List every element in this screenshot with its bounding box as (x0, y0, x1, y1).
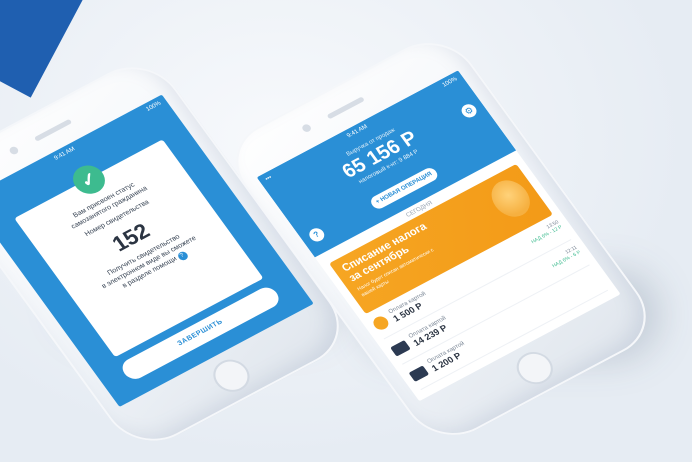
speaker (326, 96, 365, 120)
home-button[interactable] (206, 353, 257, 398)
bank-card-icon (408, 364, 429, 382)
speaker (33, 118, 73, 142)
camera (300, 122, 313, 134)
row-meta: 12:11 НАД 6% - 6 Р (548, 245, 582, 269)
tree-illustration-icon (483, 174, 538, 223)
bank-card-icon (389, 339, 411, 357)
signal-indicator: ••• (264, 174, 274, 183)
camera (8, 145, 20, 156)
help-button[interactable]: ? (306, 225, 328, 244)
help-icon[interactable]: ? (175, 250, 190, 262)
checkmark-icon: ✓ (66, 160, 112, 199)
coin-icon (370, 314, 392, 333)
battery-indicator: 100% (145, 100, 163, 113)
status-time: 9:41 AM (53, 146, 77, 162)
home-button[interactable] (509, 346, 560, 390)
